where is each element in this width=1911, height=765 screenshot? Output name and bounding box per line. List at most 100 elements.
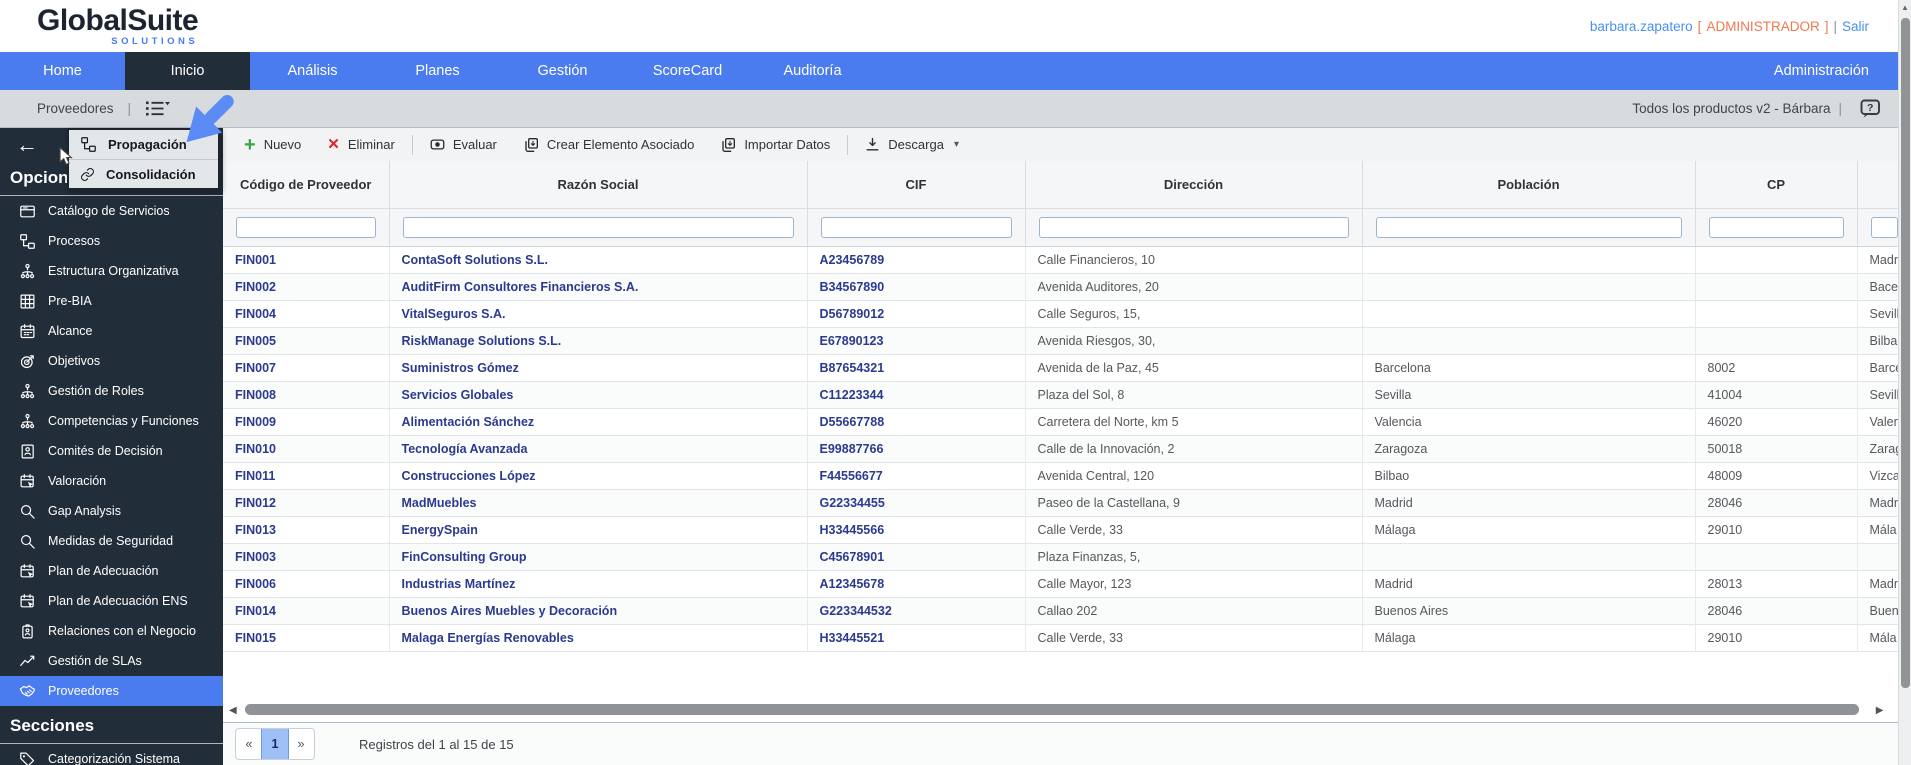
sidebar-item-plan-de-adecuacion-ens[interactable]: Plan de Adecuación ENS [0, 586, 223, 616]
cell-cif[interactable]: A23456789 [807, 246, 1026, 274]
vscroll-thumb[interactable] [1901, 18, 1910, 688]
cell-cif[interactable]: H33445521 [807, 624, 1026, 652]
table-row[interactable]: FIN007 Suministros Gómez B87654321 Avenida … [223, 354, 1911, 382]
cell-codigo-de-proveedor[interactable]: FIN015 [223, 624, 390, 652]
cell-razon-social[interactable]: ContaSoft Solutions S.L. [389, 246, 808, 274]
eliminar-button[interactable]: ✕ Eliminar [314, 128, 408, 161]
sidebar-item-relaciones-con-el-negocio[interactable]: Relaciones con el Negocio [0, 616, 223, 646]
cell-codigo-de-proveedor[interactable]: FIN012 [223, 489, 390, 517]
cell-cif[interactable]: H33445566 [807, 516, 1026, 544]
cell-razon-social[interactable]: EnergySpain [389, 516, 808, 544]
cell-razon-social[interactable]: Suministros Gómez [389, 354, 808, 382]
pager-next-button[interactable]: » [288, 729, 314, 759]
table-row[interactable]: FIN008 Servicios Globales C11223344 Plaza d… [223, 381, 1911, 409]
table-row[interactable]: FIN010 Tecnología Avanzada E99887766 Calle … [223, 435, 1911, 463]
table-row[interactable]: FIN009 Alimentación Sánchez D55667788 Carre… [223, 408, 1911, 436]
table-row[interactable]: FIN001 ContaSoft Solutions S.L. A23456789 C… [223, 246, 1911, 274]
filter-input-razon-social[interactable] [402, 216, 794, 238]
column-header-codigo-de-proveedor[interactable]: Código de Proveedor [223, 161, 390, 209]
sidebar-item-alcance[interactable]: Alcance [0, 316, 223, 346]
cell-codigo-de-proveedor[interactable]: FIN006 [223, 570, 390, 598]
pager-prev-button[interactable]: « [236, 729, 262, 759]
cell-cif[interactable]: F44556677 [807, 462, 1026, 490]
cell-razon-social[interactable]: MadMuebles [389, 489, 808, 517]
cell-cif[interactable]: E67890123 [807, 327, 1026, 355]
sidebar-item-objetivos[interactable]: Objetivos [0, 346, 223, 376]
vscroll-up-arrow-icon[interactable]: ▲ [1899, 3, 1911, 12]
column-header-cif[interactable]: CIF [807, 161, 1026, 209]
cell-razon-social[interactable]: RiskManage Solutions S.L. [389, 327, 808, 355]
sidebar-item-estructura-organizativa[interactable]: Estructura Organizativa [0, 256, 223, 286]
sidebar-item-valoracion[interactable]: Valoración [0, 466, 223, 496]
username-link[interactable]: barbara.zapatero [1590, 19, 1693, 34]
sidebar-item-proveedores[interactable]: Proveedores [0, 676, 223, 706]
cell-cif[interactable]: B34567890 [807, 273, 1026, 301]
column-header-razon-social[interactable]: Razón Social [389, 161, 808, 209]
cell-codigo-de-proveedor[interactable]: FIN013 [223, 516, 390, 544]
cell-razon-social[interactable]: Alimentación Sánchez [389, 408, 808, 436]
nav-item-auditoria[interactable]: Auditoría [750, 52, 875, 90]
importar-datos-button[interactable]: Importar Datos [707, 128, 843, 161]
cell-codigo-de-proveedor[interactable]: FIN011 [223, 462, 390, 490]
cell-cif[interactable]: C11223344 [807, 381, 1026, 409]
cell-razon-social[interactable]: Malaga Energías Renovables [389, 624, 808, 652]
sidebar-item-competencias-y-funciones[interactable]: Competencias y Funciones [0, 406, 223, 436]
cell-cif[interactable]: G223344532 [807, 597, 1026, 625]
cell-razon-social[interactable]: Industrias Martínez [389, 570, 808, 598]
table-row[interactable]: FIN015 Malaga Energías Renovables H3344552… [223, 624, 1911, 652]
filter-input-cp[interactable] [1708, 216, 1844, 238]
question-bubble-icon[interactable]: ? [1860, 99, 1881, 119]
cell-razon-social[interactable]: Construcciones López [389, 462, 808, 490]
sidebar-item-medidas-de-seguridad[interactable]: Medidas de Seguridad [0, 526, 223, 556]
sidebar-item-gestion-de-slas[interactable]: Gestión de SLAs [0, 646, 223, 676]
column-header-poblacion[interactable]: Población [1362, 161, 1696, 209]
cell-razon-social[interactable]: Servicios Globales [389, 381, 808, 409]
table-row[interactable]: FIN013 EnergySpain H33445566 Calle Verde, 3… [223, 516, 1911, 544]
column-header-cp[interactable]: CP [1695, 161, 1858, 209]
table-row[interactable]: FIN011 Construcciones López F44556677 Aveni… [223, 462, 1911, 490]
cell-cif[interactable]: D55667788 [807, 408, 1026, 436]
sidebar-item-pre-bia[interactable]: Pre-BIA [0, 286, 223, 316]
descarga-button[interactable]: Descarga ▾ [852, 128, 972, 161]
cell-cif[interactable]: G22334455 [807, 489, 1026, 517]
cell-cif[interactable]: C45678901 [807, 543, 1026, 571]
nav-item-gestion[interactable]: Gestión [500, 52, 625, 90]
cell-codigo-de-proveedor[interactable]: FIN003 [223, 543, 390, 571]
cell-codigo-de-proveedor[interactable]: FIN009 [223, 408, 390, 436]
column-header-direccion[interactable]: Dirección [1025, 161, 1363, 209]
nav-item-inicio[interactable]: Inicio [125, 52, 250, 90]
sidebar-item-categorizacion-sistema[interactable]: Categorización Sistema [0, 744, 223, 765]
sidebar-item-comites-de-decision[interactable]: Comités de Decisión [0, 436, 223, 466]
nav-item-administracion[interactable]: Administración [1732, 52, 1911, 90]
sidebar-item-plan-de-adecuacion[interactable]: Plan de Adecuación [0, 556, 223, 586]
evaluar-button[interactable]: Evaluar [417, 128, 510, 161]
context-menu-item-propagacion[interactable]: Propagación [69, 130, 218, 159]
logout-link[interactable]: Salir [1842, 19, 1869, 34]
table-row[interactable]: FIN004 VitalSeguros S.A. D56789012 Calle Se… [223, 300, 1911, 328]
cell-codigo-de-proveedor[interactable]: FIN014 [223, 597, 390, 625]
table-row[interactable]: FIN012 MadMuebles G22334455 Paseo de la Cas… [223, 489, 1911, 517]
cell-codigo-de-proveedor[interactable]: FIN001 [223, 246, 390, 274]
nav-item-home[interactable]: Home [0, 52, 125, 90]
nav-item-analisis[interactable]: Análisis [250, 52, 375, 90]
nav-item-planes[interactable]: Planes [375, 52, 500, 90]
cell-razon-social[interactable]: VitalSeguros S.A. [389, 300, 808, 328]
pager-page-1-button[interactable]: 1 [261, 729, 289, 759]
crear-elemento-asociado-button[interactable]: Crear Elemento Asociado [510, 128, 707, 161]
cell-codigo-de-proveedor[interactable]: FIN010 [223, 435, 390, 463]
filter-input-poblacion[interactable] [1375, 216, 1682, 238]
cell-codigo-de-proveedor[interactable]: FIN004 [223, 300, 390, 328]
sidebar-item-gap-analysis[interactable]: Gap Analysis [0, 496, 223, 526]
sidebar-back-button[interactable]: ← [16, 134, 38, 156]
cell-codigo-de-proveedor[interactable]: FIN008 [223, 381, 390, 409]
table-row[interactable]: FIN006 Industrias Martínez A12345678 Calle … [223, 570, 1911, 598]
cell-codigo-de-proveedor[interactable]: FIN002 [223, 273, 390, 301]
filter-input-codigo-de-proveedor[interactable] [236, 216, 376, 238]
sidebar-item-procesos[interactable]: Procesos [0, 226, 223, 256]
hscroll-left-arrow-icon[interactable]: ◀ [229, 705, 237, 716]
nav-item-scorecard[interactable]: ScoreCard [625, 52, 750, 90]
cell-razon-social[interactable]: Buenos Aires Muebles y Decoración [389, 597, 808, 625]
table-row[interactable]: FIN014 Buenos Aires Muebles y Decoración G… [223, 597, 1911, 625]
cell-cif[interactable]: D56789012 [807, 300, 1026, 328]
cell-codigo-de-proveedor[interactable]: FIN005 [223, 327, 390, 355]
